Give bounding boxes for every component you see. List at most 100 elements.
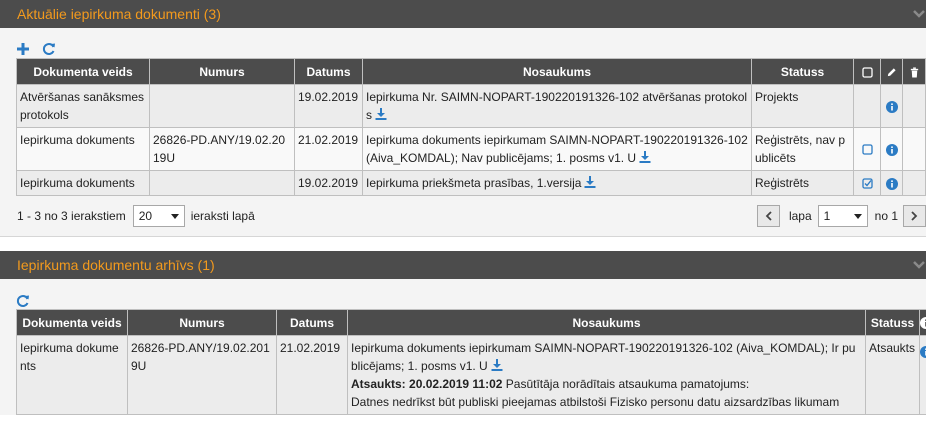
table-row[interactable]: Iepirkuma dokuments 26826-PD.ANY/19.02.2… [16,127,926,171]
column-header-number[interactable]: Numurs [149,58,295,85]
cell-type: Iepirkuma dokuments [16,335,128,415]
cell-info [919,335,926,415]
table-row[interactable]: Iepirkuma dokuments 26826-PD.ANY/19.02.2… [16,335,926,415]
document-link[interactable]: Iepirkuma dokuments iepirkumam SAIMN-NOP… [366,133,748,165]
cell-name: Iepirkuma dokuments iepirkumam SAIMN-NOP… [362,127,752,171]
checkbox-unchecked-icon[interactable] [861,144,873,155]
archive-toolbar [0,279,926,309]
column-header-type[interactable]: Dokumenta veids [16,58,150,85]
per-page-suffix: ieraksti lapā [190,209,255,223]
column-header-type[interactable]: Dokumenta veids [16,309,128,336]
per-page-select[interactable]: 20 [132,205,185,227]
column-header-select[interactable] [853,58,881,85]
cell-date: 19.02.2019 [294,170,363,196]
cell-select [853,84,881,128]
column-header-edit[interactable] [880,58,903,85]
download-icon[interactable] [491,359,503,371]
cell-status: Reģistrēts [751,170,854,196]
current-documents-table: Dokumenta veids Numurs Datums Nosaukums … [16,58,926,196]
column-header-number[interactable]: Numurs [127,309,277,336]
previous-page-button[interactable] [756,205,780,227]
cell-type: Atvēršanas sanāksmes protokols [16,84,150,128]
page-select[interactable]: 1 [817,205,868,227]
document-link[interactable]: Iepirkuma priekšmeta prasības, 1.versija [366,176,581,190]
trash-icon[interactable] [909,67,920,78]
column-header-delete[interactable] [902,58,926,85]
cell-number: 26826-PD.ANY/19.02.2019U [127,335,277,415]
document-link[interactable]: Iepirkuma Nr. SAIMN-NOPART-190220191326-… [366,90,747,122]
checkbox-checked-icon[interactable] [861,178,873,189]
cell-name: Iepirkuma Nr. SAIMN-NOPART-190220191326-… [362,84,752,128]
cell-date: 21.02.2019 [276,335,348,415]
current-documents-panel: Aktuālie iepirkuma dokumenti (3) Dokumen… [0,0,926,237]
column-header-info [919,309,926,336]
cell-status: Projekts [751,84,854,128]
cell-date: 21.02.2019 [294,127,363,171]
records-summary: 1 - 3 no 3 ierakstiem [17,209,126,223]
cell-type: Iepirkuma dokuments [16,127,150,171]
cell-delete [902,170,926,196]
cell-info [880,170,903,196]
table-row[interactable]: Atvēršanas sanāksmes protokols 19.02.201… [16,84,926,128]
table-header-row: Dokumenta veids Numurs Datums Nosaukums … [16,309,926,336]
info-icon[interactable] [885,100,898,113]
current-toolbar [0,28,926,58]
column-header-date[interactable]: Datums [276,309,348,336]
refresh-icon[interactable] [42,42,56,56]
refresh-icon[interactable] [16,294,30,308]
next-page-button[interactable] [903,205,926,227]
table-row[interactable]: Iepirkuma dokuments 19.02.2019 Iepirkuma… [16,170,926,196]
column-header-name[interactable]: Nosaukums [362,58,752,85]
download-icon[interactable] [375,108,387,120]
chevron-down-icon[interactable] [912,8,926,20]
cell-delete [902,127,926,171]
archive-panel: Iepirkuma dokumentu arhīvs (1) Dokumenta… [0,251,926,415]
select-all-checkbox-icon[interactable] [861,67,873,78]
column-header-date[interactable]: Datums [294,58,363,85]
cell-name: Iepirkuma dokuments iepirkumam SAIMN-NOP… [347,335,866,415]
page-label: lapa [788,209,812,223]
dropdown-arrow-icon [853,213,862,219]
cell-info [880,84,903,128]
cell-info [880,127,903,171]
chevron-down-icon[interactable] [912,259,926,271]
column-header-status[interactable]: Statuss [751,58,854,85]
document-link[interactable]: Iepirkuma dokuments iepirkumam SAIMN-NOP… [351,341,855,373]
cell-name: Iepirkuma priekšmeta prasības, 1.versija [362,170,752,196]
page-count: no 1 [874,209,898,223]
archive-table: Dokumenta veids Numurs Datums Nosaukums … [16,309,926,415]
download-icon[interactable] [584,176,596,188]
cancellation-reason: Datnes nedrīkst būt publiski pieejamas a… [351,395,840,409]
section-spacer [0,237,926,251]
cell-status: Atsaukts [865,335,920,415]
column-header-status[interactable]: Statuss [865,309,920,336]
chevron-left-icon [765,211,772,221]
dropdown-arrow-icon [170,213,179,219]
chevron-right-icon [911,211,918,221]
per-page-value: 20 [138,209,153,223]
cell-number [149,84,295,128]
cell-select [853,127,881,171]
current-documents-header[interactable]: Aktuālie iepirkuma dokumenti (3) [0,0,926,28]
cell-number: 26826-PD.ANY/19.02.2019U [149,127,295,171]
pencil-icon[interactable] [886,67,897,78]
archive-title: Iepirkuma dokumentu arhīvs (1) [17,257,215,273]
download-icon[interactable] [639,151,651,163]
cell-delete [902,84,926,128]
page-value: 1 [823,209,831,223]
cell-status: Reģistrēts, nav publicēts [751,127,854,171]
info-icon [920,317,926,330]
add-icon[interactable] [16,42,30,56]
info-icon[interactable] [885,143,898,156]
current-documents-title: Aktuālie iepirkuma dokumenti (3) [17,6,221,22]
cell-type: Iepirkuma dokuments [16,170,150,196]
cell-number [149,170,295,196]
cancellation-label: Atsaukts: 20.02.2019 11:02 [351,377,503,391]
column-header-name[interactable]: Nosaukums [347,309,866,336]
archive-header[interactable]: Iepirkuma dokumentu arhīvs (1) [0,251,926,279]
table-header-row: Dokumenta veids Numurs Datums Nosaukums … [16,58,926,85]
cancellation-text: Pasūtītāja norādītais atsaukuma pamatoju… [505,377,750,391]
info-icon[interactable] [920,345,926,358]
cell-select [853,170,881,196]
info-icon[interactable] [885,177,898,190]
